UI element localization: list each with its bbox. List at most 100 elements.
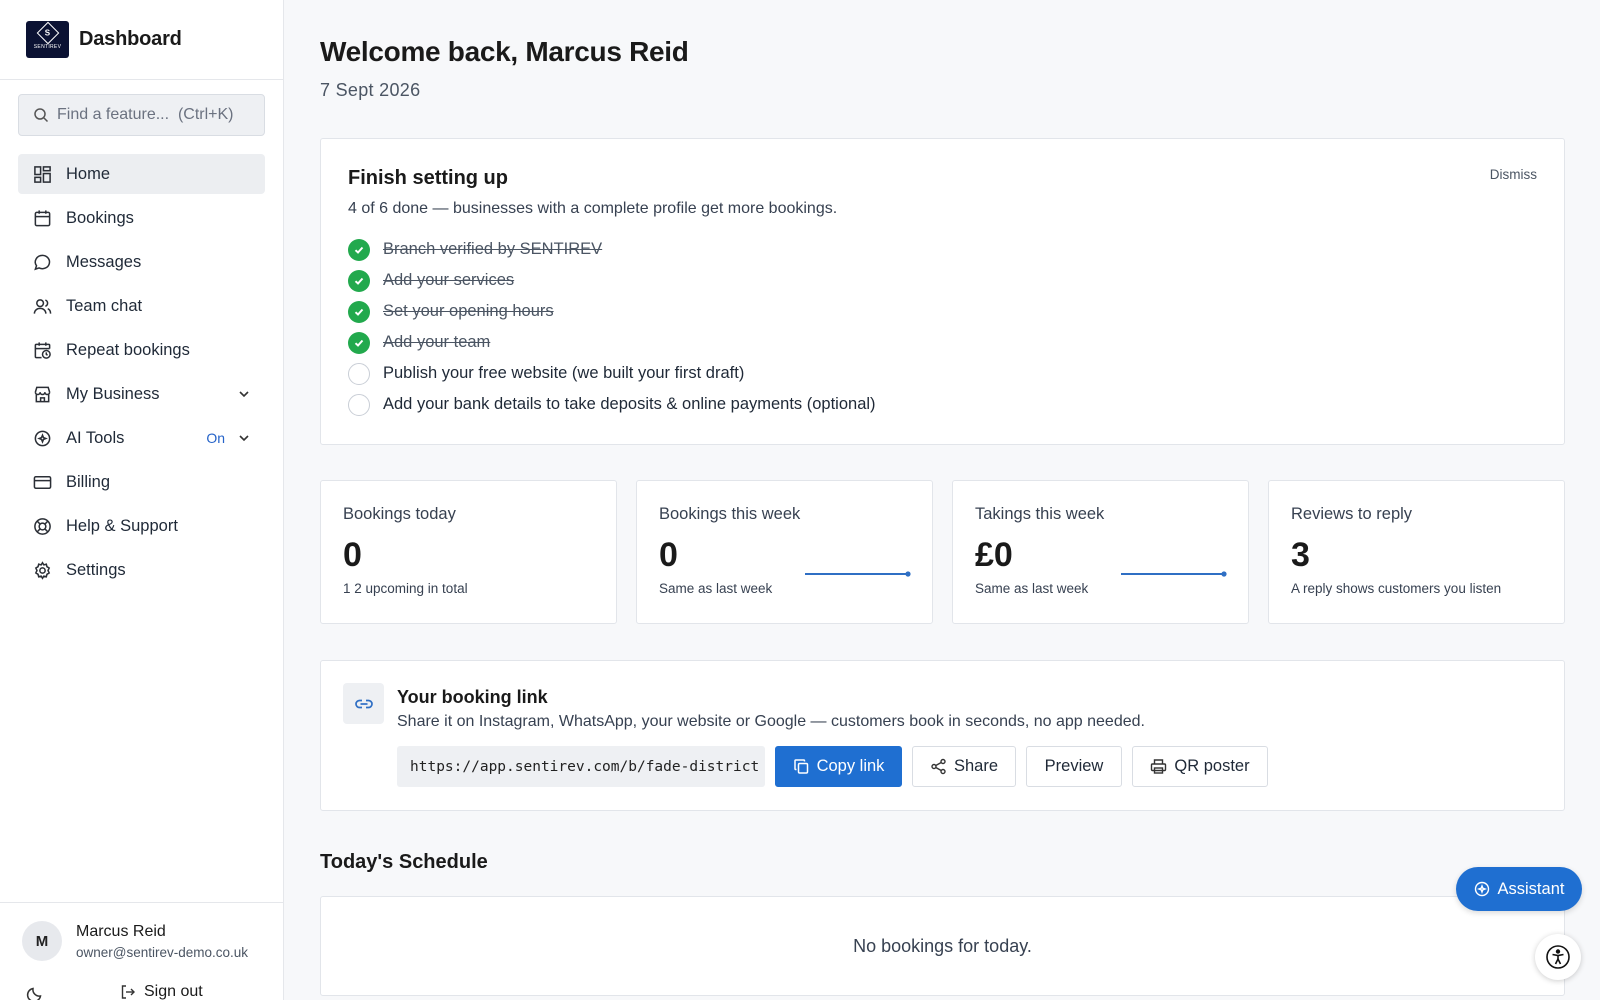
logo-text: SENTIREV bbox=[33, 44, 62, 50]
sidebar-item-help-support[interactable]: Help & Support bbox=[18, 506, 265, 546]
setup-task[interactable]: Set your opening hours bbox=[348, 296, 1537, 327]
booking-link-card: Your booking link Share it on Instagram,… bbox=[320, 660, 1565, 811]
sidebar-item-messages[interactable]: Messages bbox=[18, 242, 265, 282]
stat-label: Bookings this week bbox=[659, 505, 801, 523]
accessibility-button[interactable] bbox=[1535, 934, 1581, 980]
schedule-empty-message: No bookings for today. bbox=[853, 935, 1032, 956]
setup-task[interactable]: Add your team bbox=[348, 327, 1537, 358]
chevron-down-icon[interactable] bbox=[237, 387, 251, 401]
sidebar-item-team-chat[interactable]: Team chat bbox=[18, 286, 265, 326]
sidebar-item-label: My Business bbox=[66, 384, 160, 403]
brand: S SENTIREV Dashboard bbox=[0, 0, 283, 80]
sign-out-button[interactable]: Sign out bbox=[120, 983, 203, 1000]
qr-poster-label: QR poster bbox=[1174, 757, 1250, 775]
main-content: Welcome back, Marcus Reid 7 Sept 2026 Fi… bbox=[320, 0, 1565, 996]
setup-task-label: Branch verified by SENTIREV bbox=[383, 240, 603, 258]
stat-label: Takings this week bbox=[975, 505, 1105, 523]
share-button[interactable]: Share bbox=[912, 746, 1016, 787]
check-circle-icon bbox=[348, 269, 370, 292]
setup-task[interactable]: Add your services bbox=[348, 265, 1537, 296]
qr-poster-button[interactable]: QR poster bbox=[1132, 746, 1268, 787]
feature-search[interactable] bbox=[18, 94, 265, 136]
setup-task[interactable]: Publish your free website (we built your… bbox=[348, 358, 1537, 389]
moon-icon[interactable] bbox=[26, 985, 44, 1000]
empty-circle-icon bbox=[348, 393, 370, 416]
ai-tools-status: On bbox=[206, 430, 225, 446]
sidebar-item-bookings[interactable]: Bookings bbox=[18, 198, 265, 238]
booking-link-actions: https://app.sentirev.com/b/fade-district… bbox=[397, 746, 1268, 787]
chevron-down-icon[interactable] bbox=[237, 431, 251, 445]
credit-card-icon bbox=[32, 472, 52, 492]
sidebar-item-label: Messages bbox=[66, 252, 142, 271]
trend-sparkline bbox=[805, 571, 911, 577]
booking-url[interactable]: https://app.sentirev.com/b/fade-district bbox=[397, 746, 765, 787]
setup-task-label: Add your bank details to take deposits &… bbox=[383, 395, 876, 413]
sidebar-nav: Home Bookings Messages Team chat Repeat … bbox=[0, 154, 283, 590]
preview-button[interactable]: Preview bbox=[1026, 746, 1122, 787]
stat-value: 0 bbox=[343, 536, 362, 574]
gear-icon bbox=[32, 560, 52, 580]
sidebar: S SENTIREV Dashboard Home Bookings Messa… bbox=[0, 0, 284, 1000]
check-circle-icon bbox=[348, 238, 370, 261]
sidebar-item-label: Bookings bbox=[66, 208, 134, 227]
share-label: Share bbox=[953, 757, 999, 775]
stat-card-bookings-week[interactable]: Bookings this week 0 Same as last week bbox=[636, 480, 933, 624]
stat-value: 3 bbox=[1291, 536, 1310, 574]
stat-note: Same as last week bbox=[659, 581, 773, 596]
setup-checklist-card: Finish setting up 4 of 6 done — business… bbox=[320, 138, 1565, 445]
chat-bubble-icon bbox=[32, 252, 52, 272]
stat-card-bookings-today[interactable]: Bookings today 0 1 2 upcoming in total bbox=[320, 480, 617, 624]
stat-card-reviews[interactable]: Reviews to reply 3 A reply shows custome… bbox=[1268, 480, 1565, 624]
schedule-title: Today's Schedule bbox=[320, 851, 488, 873]
sidebar-item-billing[interactable]: Billing bbox=[18, 462, 265, 502]
calendar-clock-icon bbox=[32, 340, 52, 360]
check-circle-icon bbox=[348, 331, 370, 354]
share-icon bbox=[931, 758, 946, 775]
printer-icon bbox=[1151, 759, 1167, 774]
setup-subtitle: 4 of 6 done — businesses with a complete… bbox=[348, 200, 838, 217]
current-date: 7 Sept 2026 bbox=[320, 80, 421, 100]
setup-title: Finish setting up bbox=[348, 167, 508, 189]
setup-task-label: Publish your free website (we built your… bbox=[383, 364, 745, 382]
avatar[interactable]: M bbox=[22, 921, 62, 961]
sentirev-logo[interactable]: S SENTIREV bbox=[26, 21, 69, 58]
schedule-card: No bookings for today. bbox=[320, 896, 1565, 996]
sidebar-item-label: Repeat bookings bbox=[66, 340, 190, 359]
stat-note: Same as last week bbox=[975, 581, 1089, 596]
sidebar-item-label: Help & Support bbox=[66, 516, 178, 535]
setup-task-label: Add your services bbox=[383, 271, 515, 289]
lifebuoy-icon bbox=[32, 516, 52, 536]
booking-link-title: Your booking link bbox=[397, 687, 548, 707]
check-circle-icon bbox=[348, 300, 370, 323]
grid-icon bbox=[32, 164, 52, 184]
sidebar-item-label: Home bbox=[66, 164, 111, 183]
sidebar-item-ai-tools[interactable]: AI Tools On bbox=[18, 418, 265, 458]
search-input[interactable] bbox=[57, 106, 257, 124]
copy-link-button[interactable]: Copy link bbox=[775, 746, 902, 787]
trend-sparkline bbox=[1121, 571, 1227, 577]
assistant-button[interactable]: Assistant bbox=[1456, 867, 1582, 911]
page-title: Welcome back, Marcus Reid bbox=[320, 36, 689, 67]
logo-letter: S bbox=[44, 28, 51, 38]
logout-icon bbox=[121, 985, 135, 999]
sidebar-item-repeat-bookings[interactable]: Repeat bookings bbox=[18, 330, 265, 370]
sidebar-item-label: AI Tools bbox=[66, 428, 125, 447]
sparkle-circle-icon bbox=[1474, 881, 1489, 897]
sidebar-item-home[interactable]: Home bbox=[18, 154, 265, 194]
sidebar-item-label: Billing bbox=[66, 472, 111, 491]
setup-task-label: Add your team bbox=[383, 333, 491, 351]
dismiss-button[interactable]: Dismiss bbox=[1490, 167, 1537, 182]
setup-task[interactable]: Add your bank details to take deposits &… bbox=[348, 389, 1537, 420]
stat-label: Bookings today bbox=[343, 505, 456, 523]
sidebar-item-label: Settings bbox=[66, 560, 126, 579]
store-icon bbox=[32, 384, 52, 404]
sign-out-label: Sign out bbox=[144, 983, 203, 1000]
copy-icon bbox=[793, 759, 808, 774]
sidebar-item-settings[interactable]: Settings bbox=[18, 550, 265, 590]
search-icon bbox=[34, 108, 49, 123]
sidebar-item-my-business[interactable]: My Business bbox=[18, 374, 265, 414]
stats-row: Bookings today 0 1 2 upcoming in total B… bbox=[320, 480, 1565, 624]
stat-card-takings-week[interactable]: Takings this week £0 Same as last week bbox=[952, 480, 1249, 624]
setup-task[interactable]: Branch verified by SENTIREV bbox=[348, 234, 1537, 265]
user-name: Marcus Reid bbox=[76, 923, 166, 940]
